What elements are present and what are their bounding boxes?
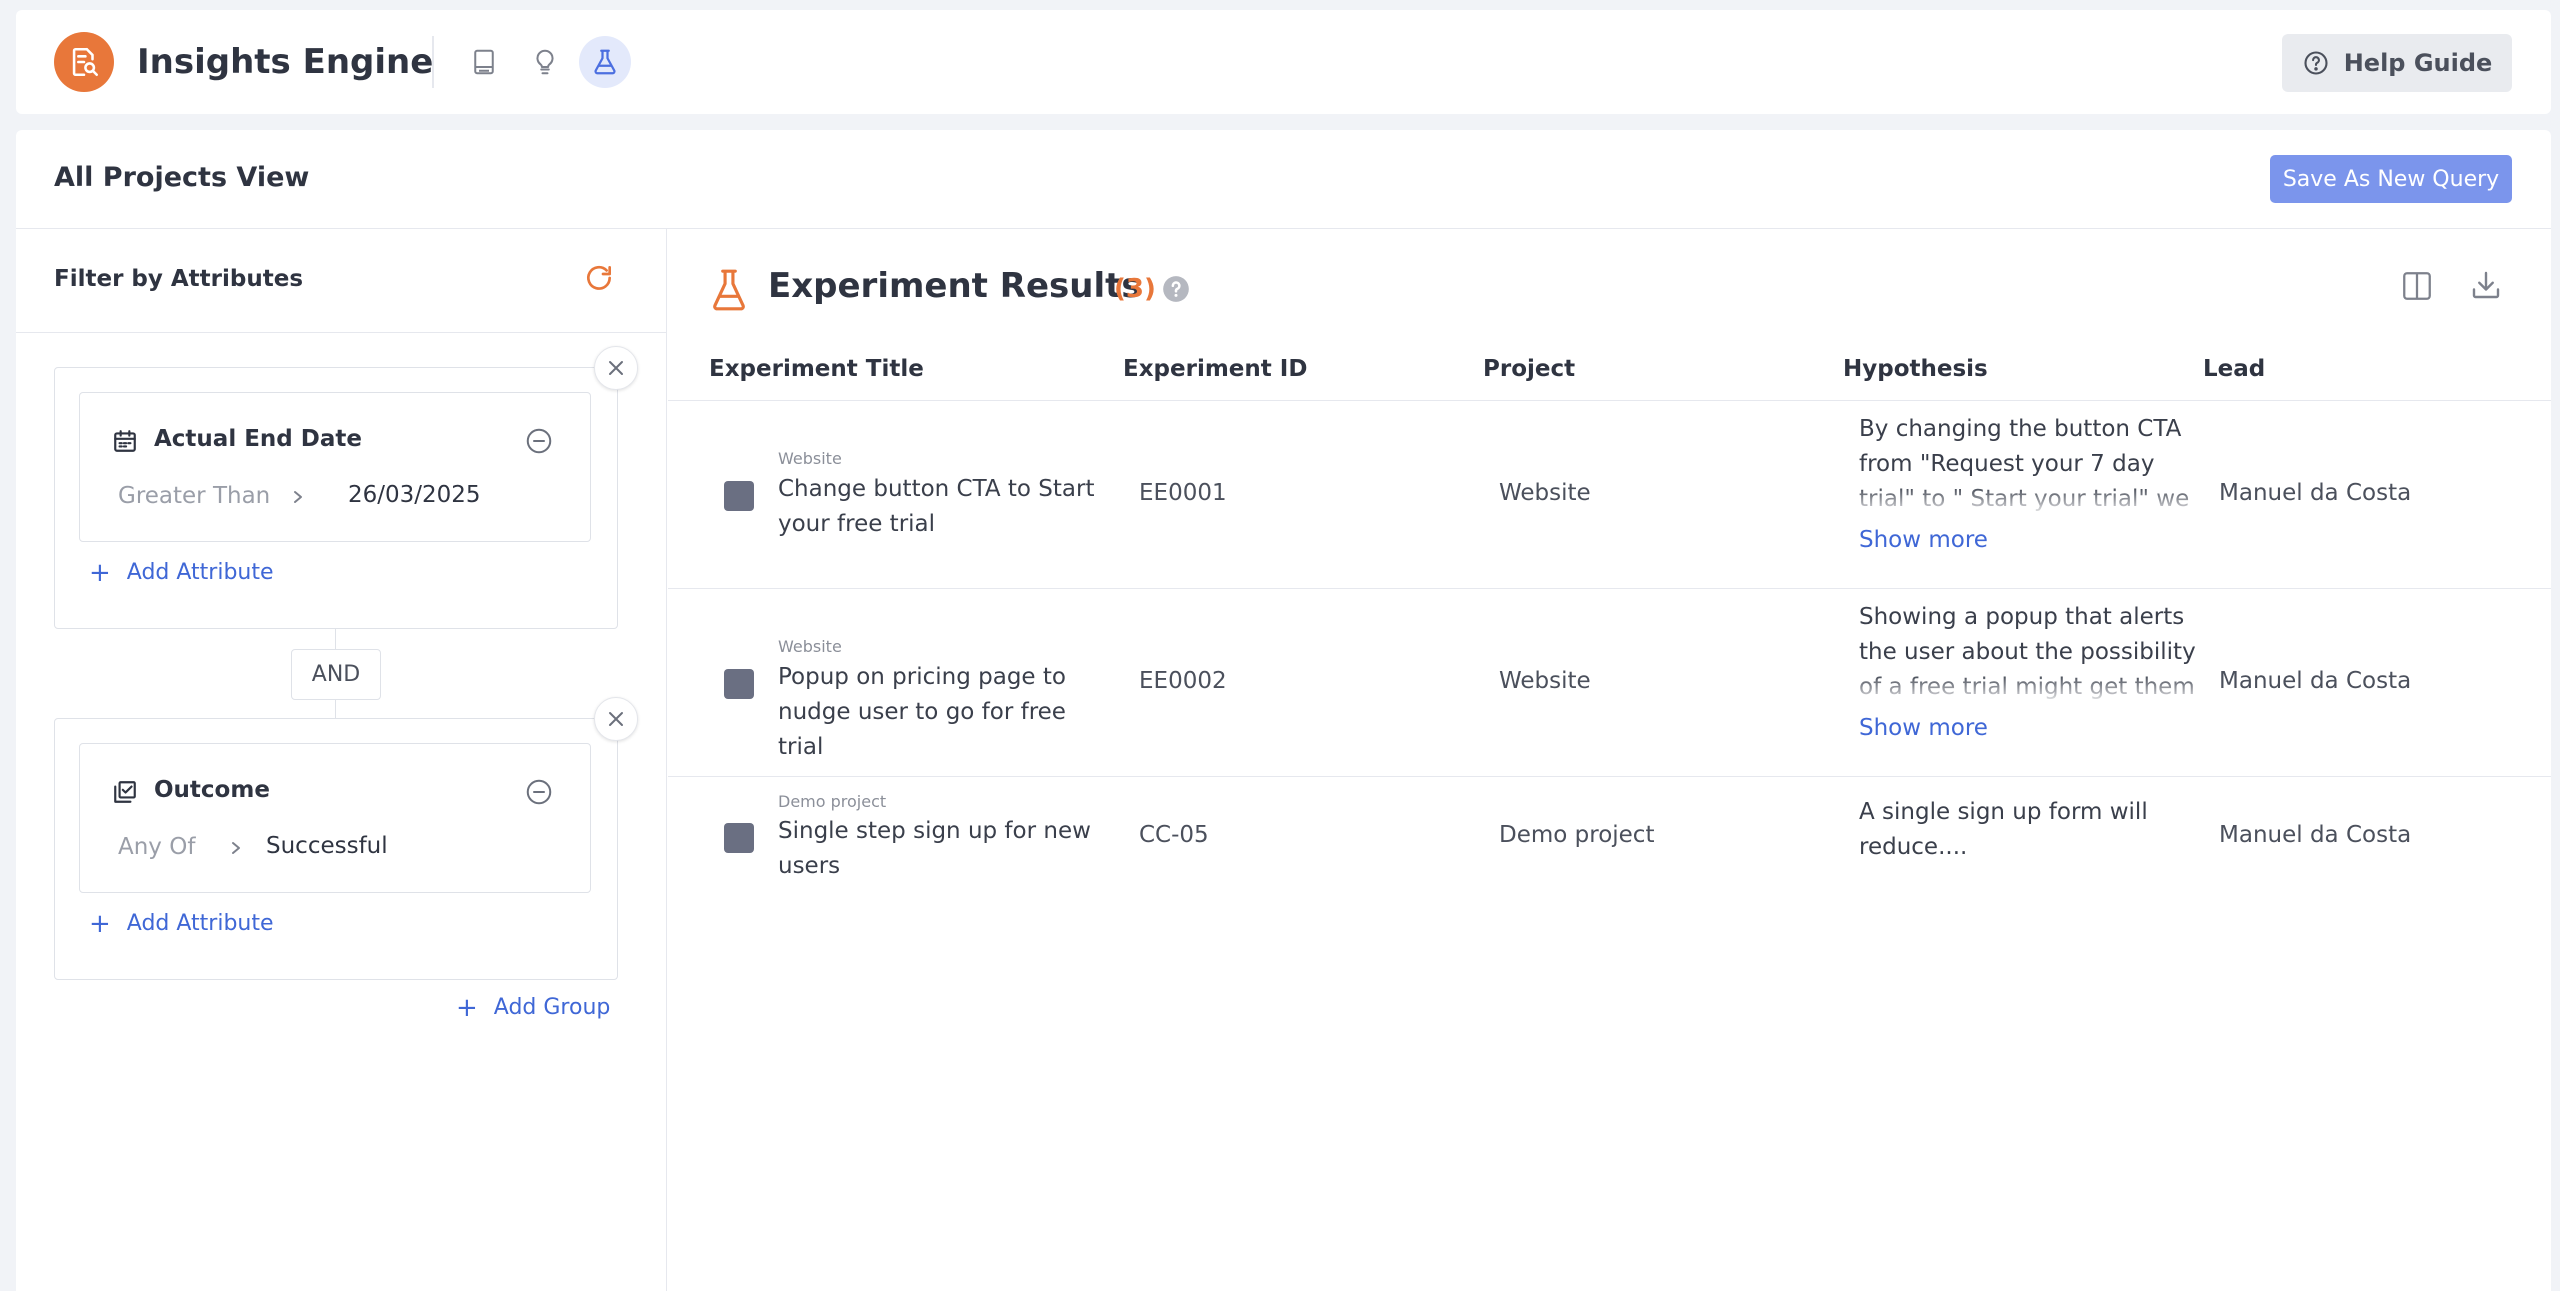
header-divider <box>432 36 434 88</box>
add-attribute-label: Add Attribute <box>126 560 274 585</box>
attribute-name: Outcome <box>154 777 270 803</box>
table-row[interactable]: Demo project Single step sign up for new… <box>668 777 2551 907</box>
chevron-right-icon <box>294 491 302 503</box>
row-project: Website <box>1499 668 1591 694</box>
filter-separator <box>16 332 666 333</box>
plus-icon: + <box>89 557 111 588</box>
row-hypothesis: Showing a popup that alerts the user abo… <box>1859 604 2196 700</box>
show-more-link[interactable]: Show more <box>1859 715 1988 741</box>
nav-lightbulb-icon[interactable] <box>519 36 571 88</box>
column-header-id[interactable]: Experiment ID <box>1123 356 1307 382</box>
app-title: Insights Engine <box>137 42 434 82</box>
row-checkbox[interactable] <box>724 823 754 853</box>
help-guide-label: Help Guide <box>2343 49 2493 77</box>
attribute-value[interactable]: 26/03/2025 <box>348 482 481 508</box>
download-icon[interactable] <box>2468 267 2504 303</box>
column-header-lead[interactable]: Lead <box>2203 356 2265 382</box>
remove-group-1-close-icon[interactable] <box>594 346 638 390</box>
connector-line <box>335 629 336 649</box>
top-bar: Insights Engine Help Guide <box>16 10 2551 114</box>
row-checkbox[interactable] <box>724 481 754 511</box>
attribute-card-end-date: Actual End Date Greater Than 26/03/2025 <box>79 392 591 542</box>
results-title: Experiment Results <box>768 266 1142 306</box>
add-attribute-button[interactable]: + Add Attribute <box>89 557 274 588</box>
header-separator <box>16 228 2551 229</box>
remove-attribute-icon[interactable] <box>524 426 554 456</box>
row-project: Demo project <box>1499 822 1655 848</box>
row-hypothesis: A single sign up form will reduce.... <box>1859 799 2148 860</box>
row-title[interactable]: Popup on pricing page to nudge user to g… <box>778 660 1108 765</box>
app-logo-icon[interactable] <box>54 32 114 92</box>
add-group-button[interactable]: + Add Group <box>456 992 611 1023</box>
add-attribute-button[interactable]: + Add Attribute <box>89 908 274 939</box>
row-hypothesis: By changing the button CTA from "Request… <box>1859 416 2190 512</box>
row-project-tag: Demo project <box>778 792 887 811</box>
attribute-name: Actual End Date <box>154 426 362 452</box>
plus-icon: + <box>456 992 478 1023</box>
table-row[interactable]: Website Change button CTA to Start your … <box>668 401 2551 589</box>
group-join-operator[interactable]: AND <box>291 649 381 700</box>
column-header-project[interactable]: Project <box>1483 356 1575 382</box>
panel-divider <box>666 228 667 1291</box>
attribute-card-outcome: Outcome Any Of Successful <box>79 743 591 893</box>
chevron-right-icon <box>232 842 240 854</box>
row-lead: Manuel da Costa <box>2219 668 2412 694</box>
nav-flask-icon[interactable] <box>579 36 631 88</box>
help-guide-button[interactable]: Help Guide <box>2282 34 2512 92</box>
attribute-operator[interactable]: Greater Than <box>118 483 270 509</box>
row-experiment-id: EE0002 <box>1139 668 1227 694</box>
plus-icon: + <box>89 908 111 939</box>
filter-group-2: Outcome Any Of Successful + Add Attribut… <box>54 718 618 980</box>
column-header-hypothesis[interactable]: Hypothesis <box>1843 356 1988 382</box>
attribute-operator[interactable]: Any Of <box>118 834 195 860</box>
row-project: Website <box>1499 480 1591 506</box>
row-checkbox[interactable] <box>724 669 754 699</box>
add-attribute-label: Add Attribute <box>126 911 274 936</box>
nav-book-icon[interactable] <box>458 36 510 88</box>
remove-group-2-close-icon[interactable] <box>594 697 638 741</box>
main-panel: All Projects View Save As New Query Filt… <box>16 130 2551 1291</box>
help-circle-icon <box>2304 51 2328 75</box>
row-lead: Manuel da Costa <box>2219 480 2412 506</box>
filter-group-1: Actual End Date Greater Than 26/03/2025 … <box>54 367 618 629</box>
calendar-icon <box>114 430 136 452</box>
show-more-link[interactable]: Show more <box>1859 527 1988 553</box>
help-circle-icon[interactable] <box>1162 275 1190 303</box>
save-as-new-query-button[interactable]: Save As New Query <box>2270 155 2512 203</box>
row-title[interactable]: Change button CTA to Start your free tri… <box>778 472 1108 542</box>
flask-icon <box>713 269 745 311</box>
column-header-title[interactable]: Experiment Title <box>709 356 924 382</box>
results-count: (3) <box>1114 274 1156 304</box>
page-title: All Projects View <box>54 162 310 193</box>
row-project-tag: Website <box>778 449 842 468</box>
remove-attribute-icon[interactable] <box>524 777 554 807</box>
attribute-value[interactable]: Successful <box>266 833 388 859</box>
add-group-label: Add Group <box>493 995 611 1020</box>
connector-line <box>335 700 336 718</box>
column-layout-icon[interactable] <box>2400 269 2434 303</box>
row-title[interactable]: Single step sign up for new users <box>778 814 1108 884</box>
filter-title: Filter by Attributes <box>54 266 304 292</box>
row-lead: Manuel da Costa <box>2219 822 2412 848</box>
row-experiment-id: EE0001 <box>1139 480 1227 506</box>
refresh-icon[interactable] <box>583 262 615 294</box>
checklist-icon <box>114 781 136 803</box>
table-row[interactable]: Website Popup on pricing page to nudge u… <box>668 589 2551 777</box>
row-experiment-id: CC-05 <box>1139 822 1209 848</box>
row-project-tag: Website <box>778 637 842 656</box>
